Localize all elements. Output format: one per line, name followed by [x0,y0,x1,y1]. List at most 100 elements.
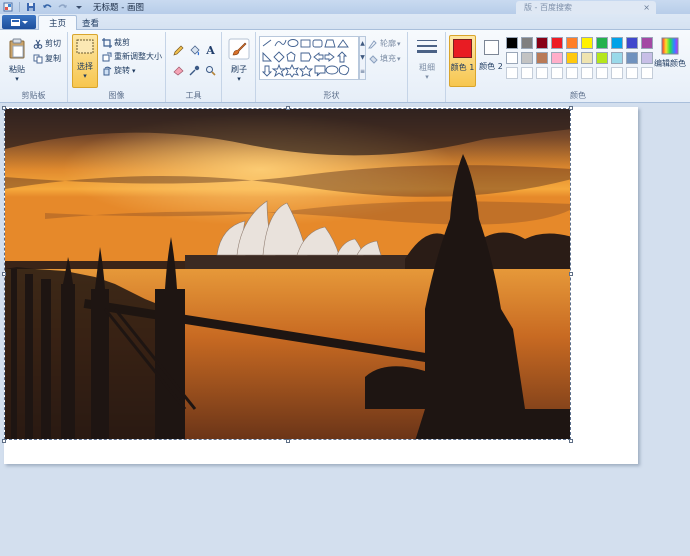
sydney-opera-house-sunset-photo [5,109,570,439]
undo-icon[interactable] [41,2,52,12]
palette-orange[interactable] [566,37,578,49]
tools-group: A 工具 [166,32,222,102]
palette-brown[interactable] [536,52,548,64]
gallery-down-chevron-icon: ▼ [360,54,365,61]
fill-tool[interactable] [188,44,201,56]
tab-view[interactable]: 查看 [72,15,109,30]
palette-custom-5[interactable] [566,67,578,79]
color-spectrum-icon [661,37,679,55]
paste-button[interactable]: 粘贴 ▾ [5,38,29,83]
rotate-button[interactable]: 旋转 ▾ [102,65,136,76]
outline-icon [368,39,378,49]
color2-swatch [483,40,499,55]
fill-button[interactable]: 填充 ▾ [368,53,401,64]
selection-handle-top-middle[interactable] [286,106,290,110]
palette-light-yellow[interactable] [581,52,593,64]
palette-blue-gray[interactable] [626,52,638,64]
outline-button[interactable]: 轮廓 ▾ [368,38,401,49]
canvas-workspace[interactable] [0,103,690,556]
image-group-label: 图像 [108,91,125,100]
selection-handle-top-right[interactable] [569,106,573,110]
selection-handle-top-left[interactable] [2,106,6,110]
eyedropper-icon [189,65,200,75]
eraser-icon [173,66,184,75]
customize-quick-access-chevron-icon[interactable] [73,2,84,12]
select-button[interactable]: 选择 ▾ [72,34,98,88]
size-label: 粗细 [419,63,435,72]
rotate-icon [102,66,112,76]
color1-label: 颜色 1 [450,63,475,72]
color1-button[interactable]: 颜色 1 [449,35,476,87]
line-width-icon [417,40,437,53]
pencil-tool[interactable] [172,44,185,56]
palette-indigo[interactable] [626,37,638,49]
tab-home-label: 主页 [49,19,67,29]
copy-icon [33,54,43,64]
size-button[interactable]: 粗细 ▾ [414,38,440,81]
selection-handle-bottom-middle[interactable] [286,439,290,443]
palette-yellow[interactable] [581,37,593,49]
palette-white[interactable] [506,52,518,64]
palette-custom-9[interactable] [626,67,638,79]
palette-gold[interactable] [566,52,578,64]
palette-lime[interactable] [596,52,608,64]
shapes-gallery[interactable] [259,36,359,80]
paste-label: 粘贴 [9,65,25,74]
brushes-chevron-icon: ▾ [237,75,241,83]
selection-handle-middle-left[interactable] [2,272,6,276]
palette-black[interactable] [506,37,518,49]
text-tool[interactable]: A [204,43,217,57]
edit-colors-button[interactable]: 编辑颜色 [652,37,688,69]
copy-button[interactable]: 复制 [33,53,61,64]
palette-turquoise[interactable] [611,37,623,49]
magnifier-tool[interactable] [204,64,217,76]
selection-handle-bottom-right[interactable] [569,439,573,443]
palette-custom-2[interactable] [521,67,533,79]
brushes-group: 刷子 ▾ [222,32,256,102]
rotate-chevron-icon: ▾ [132,66,136,75]
ribbon-tab-row: 主页 查看 [0,14,690,30]
palette-custom-3[interactable] [536,67,548,79]
drawing-canvas[interactable] [2,106,638,464]
colors-group: 颜色 1 颜色 2 编辑颜色 颜色 [446,32,690,102]
palette-red[interactable] [551,37,563,49]
gallery-up-chevron-icon: ▲ [360,40,365,47]
color2-button[interactable]: 颜色 2 [478,35,504,87]
resize-label: 重新调整大小 [114,52,162,61]
cut-button[interactable]: 剪切 [33,38,61,49]
palette-custom-7[interactable] [596,67,608,79]
save-icon[interactable] [25,2,36,12]
clipboard-group: 粘贴 ▾ 剪切 复制 剪贴板 [0,32,68,102]
palette-light-turquoise[interactable] [611,52,623,64]
redo-icon[interactable] [57,2,68,12]
palette-custom-1[interactable] [506,67,518,79]
resize-button[interactable]: 重新调整大小 [102,51,162,62]
crop-button[interactable]: 裁剪 [102,37,130,48]
shapes-group-label: 形状 [323,91,340,100]
selection-handle-middle-right[interactable] [569,272,573,276]
tools-group-label: 工具 [185,91,202,100]
palette-dark-red[interactable] [536,37,548,49]
palette-custom-6[interactable] [581,67,593,79]
crop-label: 裁剪 [114,38,130,47]
palette-light-gray[interactable] [521,52,533,64]
palette-green[interactable] [596,37,608,49]
colors-group-label: 颜色 [570,91,586,100]
palette-rose[interactable] [551,52,563,64]
background-browser-tab[interactable]: 版 - 百度搜索 × [516,1,656,14]
selection-handle-bottom-left[interactable] [2,439,6,443]
palette-gray[interactable] [521,37,533,49]
eraser-tool[interactable] [172,64,185,76]
paint-app-icon[interactable] [2,2,13,12]
image-group: 选择 ▾ 裁剪 重新调整大小 旋转 ▾ 图像 [68,32,166,102]
shapes-gallery-scroll[interactable]: ▲ ▼ ≡ [359,36,366,80]
palette-custom-4[interactable] [551,67,563,79]
browser-tab-close-icon[interactable]: × [643,3,650,12]
brushes-button[interactable]: 刷子 ▾ [226,38,252,83]
pasted-photo-selection[interactable] [4,108,571,440]
color-picker-tool[interactable] [188,64,201,76]
text-tool-icon: A [206,43,215,57]
palette-custom-8[interactable] [611,67,623,79]
file-menu-button[interactable] [2,15,36,29]
window-title: 无标题 - 画图 [93,3,144,13]
